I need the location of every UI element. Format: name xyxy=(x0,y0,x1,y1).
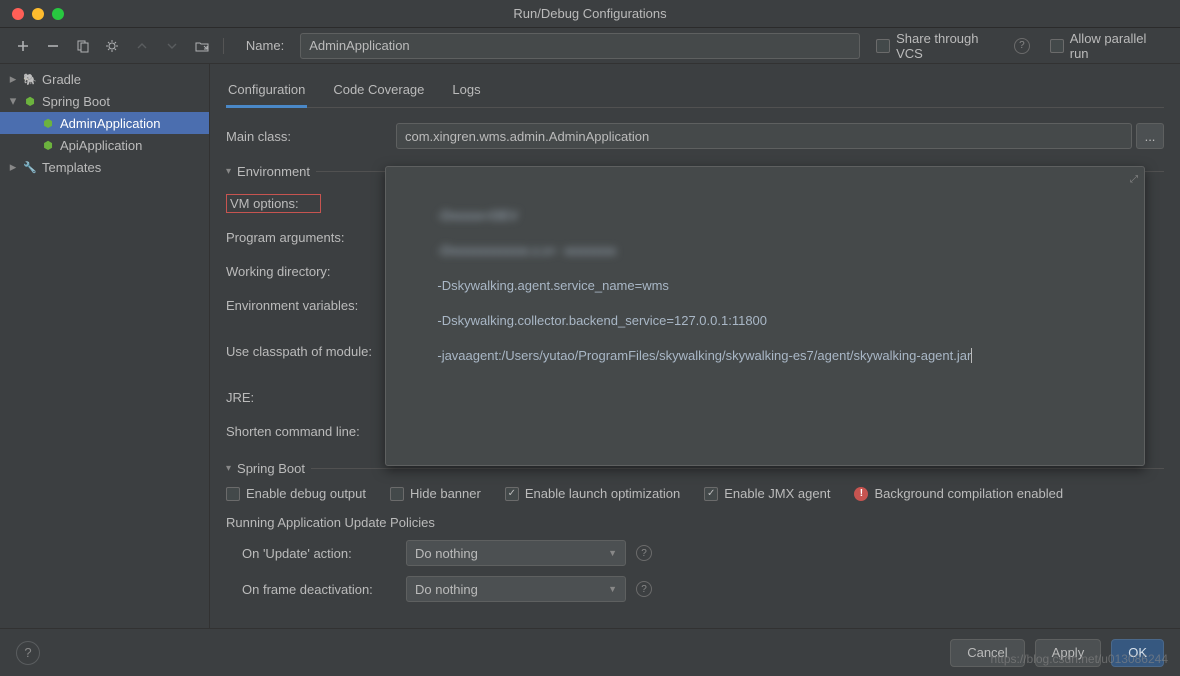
gradle-icon: 🐘 xyxy=(22,71,38,87)
browse-class-button[interactable]: ... xyxy=(1136,123,1164,149)
ok-button[interactable]: OK xyxy=(1111,639,1164,667)
on-update-label: On 'Update' action: xyxy=(242,546,406,561)
help-button[interactable]: ? xyxy=(16,641,40,665)
name-input[interactable] xyxy=(300,33,860,59)
folder-button[interactable] xyxy=(191,35,213,57)
content-panel: Configuration Code Coverage Logs Main cl… xyxy=(210,64,1180,628)
spring-boot-icon: ⬢ xyxy=(40,115,56,131)
text-cursor xyxy=(971,348,976,363)
spring-boot-icon: ⬢ xyxy=(22,93,38,109)
dialog-footer: ? Cancel Apply OK xyxy=(0,628,1180,676)
on-frame-label: On frame deactivation: xyxy=(242,582,406,597)
apply-button[interactable]: Apply xyxy=(1035,639,1102,667)
enable-jmx-checkbox[interactable]: Enable JMX agent xyxy=(704,486,830,501)
tree-label: Templates xyxy=(42,160,101,175)
bg-compilation-warning: !Background compilation enabled xyxy=(854,486,1063,501)
chevron-down-icon: ▾ xyxy=(226,463,231,474)
tree-label: Gradle xyxy=(42,72,81,87)
maximize-window-icon[interactable] xyxy=(52,8,64,20)
move-up-button[interactable] xyxy=(131,35,153,57)
help-icon[interactable]: ? xyxy=(636,545,652,561)
on-update-select[interactable]: Do nothing▼ xyxy=(406,540,626,566)
move-down-button[interactable] xyxy=(161,35,183,57)
main-class-label: Main class: xyxy=(226,129,396,144)
share-vcs-label: Share through VCS xyxy=(896,31,1008,61)
copy-configuration-button[interactable] xyxy=(72,35,94,57)
add-configuration-button[interactable] xyxy=(12,35,34,57)
tabs: Configuration Code Coverage Logs xyxy=(226,76,1164,108)
vm-option-line: -javaagent:/Users/yutao/ProgramFiles/sky… xyxy=(437,348,971,363)
separator-line xyxy=(311,468,1164,469)
shorten-cmd-label: Shorten command line: xyxy=(226,424,396,439)
warning-icon: ! xyxy=(854,487,868,501)
share-vcs-checkbox[interactable]: Share through VCS ? xyxy=(876,31,1030,61)
tab-logs[interactable]: Logs xyxy=(450,76,482,107)
tab-code-coverage[interactable]: Code Coverage xyxy=(331,76,426,107)
running-policies-label: Running Application Update Policies xyxy=(226,515,1164,530)
use-classpath-label: Use classpath of module: xyxy=(226,344,396,359)
jre-label: JRE: xyxy=(226,390,396,405)
program-arguments-label: Program arguments: xyxy=(226,230,396,245)
chevron-down-icon: ▾ xyxy=(226,166,231,177)
configurations-tree: ▸ 🐘 Gradle ▾ ⬢ Spring Boot ⬢ AdminApplic… xyxy=(0,64,210,628)
separator xyxy=(223,38,224,54)
allow-parallel-checkbox[interactable]: Allow parallel run xyxy=(1050,31,1168,61)
tree-item-api-application[interactable]: ⬢ ApiApplication xyxy=(0,134,209,156)
cancel-button[interactable]: Cancel xyxy=(950,639,1024,667)
tree-label: AdminApplication xyxy=(60,116,160,131)
collapse-icon[interactable]: ⤢ xyxy=(1130,171,1138,188)
tree-item-templates[interactable]: ▸ 🔧 Templates xyxy=(0,156,209,178)
hide-banner-checkbox[interactable]: Hide banner xyxy=(390,486,481,501)
minimize-window-icon[interactable] xyxy=(32,8,44,20)
chevron-right-icon: ▸ xyxy=(8,74,18,84)
name-label: Name: xyxy=(246,38,284,53)
toolbar: Name: Share through VCS ? Allow parallel… xyxy=(0,28,1180,64)
wrench-icon: 🔧 xyxy=(22,159,38,175)
tree-item-gradle[interactable]: ▸ 🐘 Gradle xyxy=(0,68,209,90)
section-title: Environment xyxy=(237,164,310,179)
tree-item-spring-boot[interactable]: ▾ ⬢ Spring Boot xyxy=(0,90,209,112)
help-icon[interactable]: ? xyxy=(1014,38,1030,54)
remove-configuration-button[interactable] xyxy=(42,35,64,57)
vm-options-label: VM options: xyxy=(226,194,321,213)
obscured-text: -Dxxxxx=DEV xyxy=(437,207,518,224)
traffic-lights xyxy=(0,8,64,20)
section-title: Spring Boot xyxy=(237,461,305,476)
tab-configuration[interactable]: Configuration xyxy=(226,76,307,108)
tree-item-admin-application[interactable]: ⬢ AdminApplication xyxy=(0,112,209,134)
checkbox-box xyxy=(1050,39,1064,53)
vm-option-line: -Dskywalking.collector.backend_service=1… xyxy=(437,313,767,328)
working-directory-label: Working directory: xyxy=(226,264,396,279)
spring-boot-icon: ⬢ xyxy=(40,137,56,153)
enable-debug-checkbox[interactable]: Enable debug output xyxy=(226,486,366,501)
enable-launch-opt-checkbox[interactable]: Enable launch optimization xyxy=(505,486,680,501)
chevron-down-icon: ▼ xyxy=(608,548,617,558)
chevron-down-icon: ▾ xyxy=(8,96,18,106)
window-title: Run/Debug Configurations xyxy=(513,6,666,21)
titlebar: Run/Debug Configurations xyxy=(0,0,1180,28)
main-class-input[interactable] xyxy=(396,123,1132,149)
help-icon[interactable]: ? xyxy=(636,581,652,597)
vm-option-line: -Dskywalking.agent.service_name=wms xyxy=(437,278,669,293)
chevron-down-icon: ▼ xyxy=(608,584,617,594)
vm-options-textarea[interactable]: ⤢ -Dxxxxx=DEV -Dxxxxxxxxxxxx.x.x= xxxxxx… xyxy=(385,166,1145,466)
tree-label: Spring Boot xyxy=(42,94,110,109)
chevron-right-icon: ▸ xyxy=(8,162,18,172)
close-window-icon[interactable] xyxy=(12,8,24,20)
checkbox-box xyxy=(876,39,890,53)
on-frame-select[interactable]: Do nothing▼ xyxy=(406,576,626,602)
environment-variables-label: Environment variables: xyxy=(226,298,396,313)
allow-parallel-label: Allow parallel run xyxy=(1070,31,1168,61)
tree-label: ApiApplication xyxy=(60,138,142,153)
obscured-text: -Dxxxxxxxxxxxx.x.x= xxxxxxxx xyxy=(437,242,616,259)
edit-templates-button[interactable] xyxy=(102,35,124,57)
